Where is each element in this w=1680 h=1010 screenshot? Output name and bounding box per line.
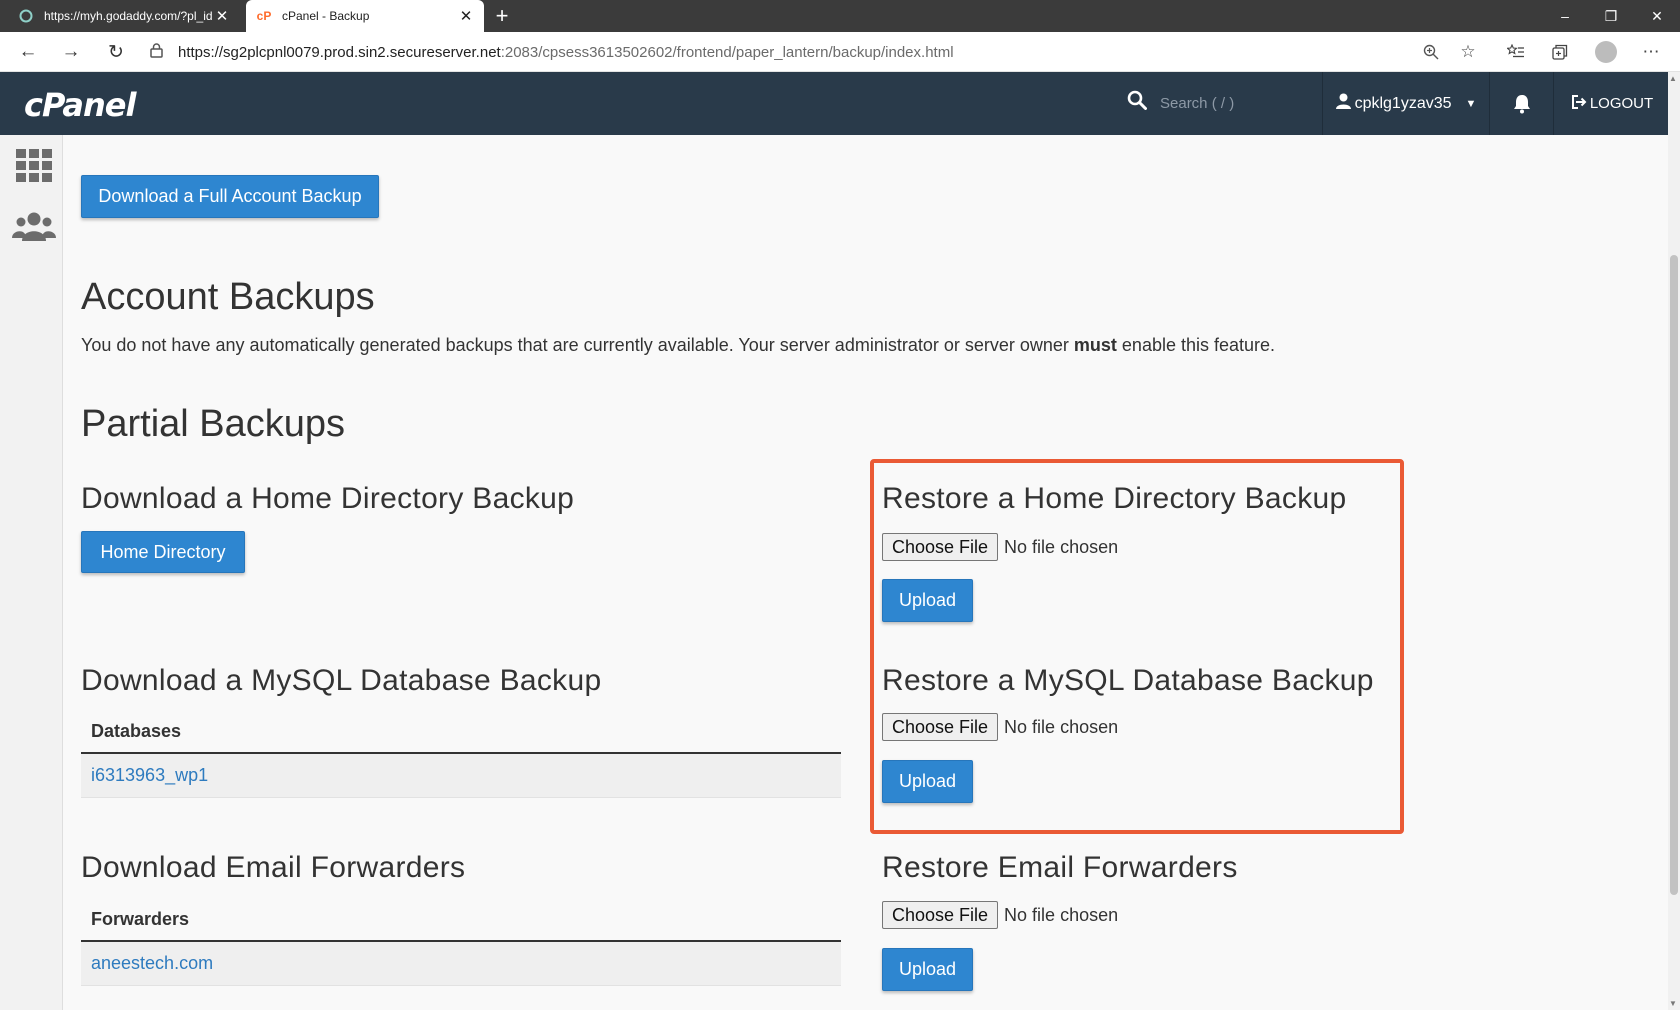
upload-email-forwarders-button[interactable]: Upload bbox=[882, 948, 973, 991]
scroll-down-arrow-icon[interactable]: ▼ bbox=[1669, 999, 1677, 1008]
choose-file-button[interactable]: Choose File bbox=[882, 713, 999, 741]
favorites-list-icon[interactable] bbox=[1503, 40, 1529, 64]
user-icon bbox=[1335, 93, 1351, 114]
restore-email-forwarders-heading: Restore Email Forwarders bbox=[882, 851, 1238, 884]
partial-backups-heading: Partial Backups bbox=[81, 403, 346, 445]
database-link[interactable]: i6313963_wp1 bbox=[91, 765, 208, 786]
restore-mysql-heading: Restore a MySQL Database Backup bbox=[882, 664, 1374, 697]
favorite-star-icon[interactable]: ☆ bbox=[1455, 40, 1481, 64]
lock-icon bbox=[150, 43, 178, 61]
minimize-button[interactable]: – bbox=[1542, 0, 1588, 32]
tab-title: https://myh.godaddy.com/?pl_id bbox=[44, 9, 213, 23]
notifications-bell-icon[interactable] bbox=[1490, 72, 1554, 135]
user-menu[interactable]: cpklg1yzav35 ▼ bbox=[1322, 72, 1490, 135]
search-input[interactable] bbox=[1160, 90, 1320, 116]
close-window-button[interactable]: ✕ bbox=[1634, 0, 1680, 32]
url-field[interactable]: https://sg2plcpnl0079.prod.sin2.securese… bbox=[150, 37, 1475, 67]
file-status: No file chosen bbox=[1004, 904, 1119, 925]
account-backups-description: You do not have any automatically genera… bbox=[81, 335, 1276, 355]
tab-close-icon[interactable]: ✕ bbox=[214, 7, 230, 25]
tab-close-icon[interactable]: ✕ bbox=[458, 7, 474, 25]
choose-file-button[interactable]: Choose File bbox=[882, 533, 999, 561]
upload-home-directory-button[interactable]: Upload bbox=[882, 579, 973, 622]
mysql-restore-file-input: Choose File No file chosen bbox=[882, 713, 1118, 741]
forwarders-column-header: Forwarders bbox=[81, 899, 841, 942]
download-email-forwarders-heading: Download Email Forwarders bbox=[81, 851, 466, 884]
url-host: https://sg2plcpnl0079.prod.sin2.securese… bbox=[178, 43, 501, 61]
godaddy-favicon-icon bbox=[18, 8, 34, 24]
username-label: cpklg1yzav35 bbox=[1354, 94, 1452, 112]
restore-button[interactable]: ❐ bbox=[1588, 0, 1634, 32]
back-arrow-icon[interactable]: ← bbox=[15, 39, 41, 65]
cpanel-header: cPanel cpklg1yzav35 ▼ LOGOUT bbox=[0, 72, 1668, 135]
tab-title: cPanel - Backup bbox=[282, 9, 370, 23]
search-icon bbox=[1127, 90, 1147, 116]
file-status: No file chosen bbox=[1004, 536, 1119, 557]
address-bar: ← → ↻ https://sg2plcpnl0079.prod.sin2.se… bbox=[0, 32, 1680, 72]
vertical-scrollbar[interactable]: ▲ ▼ bbox=[1668, 72, 1680, 1010]
tab-cpanel-backup[interactable]: cP cPanel - Backup ✕ bbox=[246, 0, 484, 32]
forward-arrow-icon[interactable]: → bbox=[58, 39, 84, 65]
scroll-up-arrow-icon[interactable]: ▲ bbox=[1669, 74, 1677, 83]
table-row: aneestech.com bbox=[81, 942, 841, 986]
users-icon[interactable] bbox=[12, 211, 56, 243]
collections-icon[interactable] bbox=[1547, 40, 1573, 64]
choose-file-button[interactable]: Choose File bbox=[882, 901, 999, 929]
restore-home-directory-heading: Restore a Home Directory Backup bbox=[882, 482, 1347, 515]
refresh-icon[interactable]: ↻ bbox=[103, 39, 129, 65]
download-mysql-heading: Download a MySQL Database Backup bbox=[81, 664, 602, 697]
account-backups-heading: Account Backups bbox=[81, 276, 375, 318]
main-content: Download a Full Account Backup Account B… bbox=[63, 135, 1668, 1010]
download-home-directory-heading: Download a Home Directory Backup bbox=[81, 482, 575, 515]
upload-mysql-button[interactable]: Upload bbox=[882, 760, 973, 803]
forwarder-link[interactable]: aneestech.com bbox=[91, 953, 213, 974]
caret-down-icon: ▼ bbox=[1465, 97, 1477, 110]
logout-icon bbox=[1571, 94, 1587, 113]
home-directory-button[interactable]: Home Directory bbox=[81, 531, 245, 573]
logout-button[interactable]: LOGOUT bbox=[1560, 72, 1664, 135]
file-status: No file chosen bbox=[1004, 716, 1119, 737]
databases-column-header: Databases bbox=[81, 711, 841, 754]
databases-table: Databases i6313963_wp1 bbox=[81, 711, 841, 798]
cpanel-logo[interactable]: cPanel bbox=[24, 86, 136, 124]
url-path: :2083/cpsess3613502602/frontend/paper_la… bbox=[500, 43, 954, 61]
apps-grid-icon[interactable] bbox=[16, 149, 52, 182]
tab-godaddy[interactable]: https://myh.godaddy.com/?pl_id ✕ bbox=[8, 0, 240, 32]
cpanel-favicon-icon: cP bbox=[256, 9, 272, 23]
scrollbar-thumb[interactable] bbox=[1670, 255, 1678, 895]
more-menu-icon[interactable]: ⋯ bbox=[1638, 40, 1664, 64]
logout-label: LOGOUT bbox=[1589, 95, 1654, 112]
email-restore-file-input: Choose File No file chosen bbox=[882, 901, 1118, 929]
zoom-icon[interactable] bbox=[1418, 40, 1444, 64]
download-full-backup-button[interactable]: Download a Full Account Backup bbox=[81, 175, 379, 218]
table-row: i6313963_wp1 bbox=[81, 754, 841, 798]
sidebar bbox=[0, 135, 63, 1010]
profile-avatar-icon[interactable] bbox=[1593, 40, 1619, 64]
new-tab-button[interactable]: + bbox=[490, 3, 514, 29]
browser-tab-bar: https://myh.godaddy.com/?pl_id ✕ cP cPan… bbox=[0, 0, 1680, 32]
home-restore-file-input: Choose File No file chosen bbox=[882, 533, 1118, 561]
forwarders-table: Forwarders aneestech.com bbox=[81, 899, 841, 986]
